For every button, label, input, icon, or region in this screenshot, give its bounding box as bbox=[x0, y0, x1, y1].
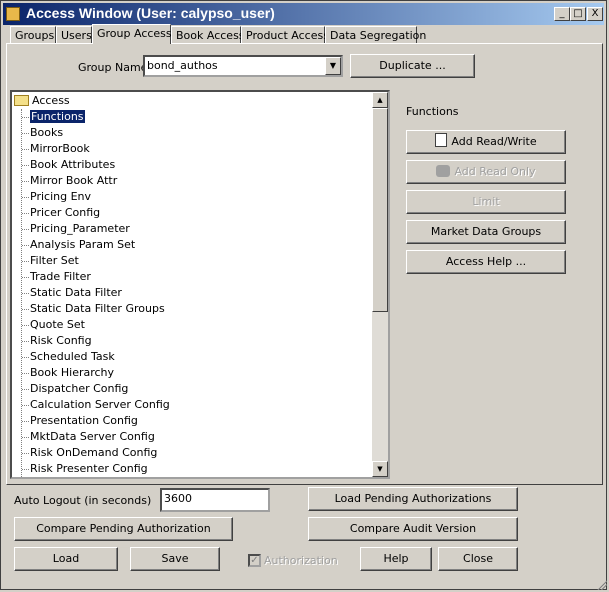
tree-item[interactable]: MktData Server Config bbox=[22, 430, 155, 443]
auto-logout-label: Auto Logout (in seconds) bbox=[14, 494, 152, 507]
market-data-groups-button[interactable]: Market Data Groups bbox=[406, 220, 566, 244]
minimize-button[interactable]: _ bbox=[554, 7, 570, 21]
title-bar[interactable]: Access Window (User: calypso_user) _ □ X bbox=[3, 3, 604, 25]
tree-item[interactable]: Books bbox=[21, 126, 63, 139]
scroll-thumb[interactable] bbox=[372, 108, 388, 312]
help-button[interactable]: Help bbox=[360, 547, 432, 571]
group-name-label: Group Name bbox=[78, 61, 148, 74]
tab-users[interactable]: Users bbox=[56, 26, 92, 43]
load-button[interactable]: Load bbox=[14, 547, 118, 571]
tab-data-segregation[interactable]: Data Segregation bbox=[325, 26, 426, 43]
tree-item[interactable]: Risk Presenter Config bbox=[22, 462, 148, 475]
tab-group-access[interactable]: Group Access bbox=[92, 24, 172, 44]
tree-item[interactable]: Quote Set bbox=[22, 318, 85, 331]
tree-item[interactable]: Filter Set bbox=[22, 254, 79, 267]
save-button[interactable]: Save bbox=[130, 547, 220, 571]
tree-item[interactable]: Book Hierarchy bbox=[21, 366, 114, 379]
tree-item[interactable]: Risk OnDemand Config bbox=[21, 446, 157, 459]
close-button[interactable]: Close bbox=[438, 547, 518, 571]
add-read-write-label: Add Read/Write bbox=[451, 135, 537, 148]
tree-item[interactable]: Functions bbox=[22, 109, 86, 124]
compare-pending-authorization-button[interactable]: Compare Pending Authorization bbox=[14, 517, 233, 541]
auto-logout-field[interactable]: 3600 bbox=[160, 488, 270, 512]
tree-item[interactable]: Analysis Param Set bbox=[21, 238, 135, 251]
tree-item[interactable]: Pricer Config bbox=[21, 206, 100, 219]
limit-button[interactable]: Limit bbox=[406, 190, 566, 214]
tree-item[interactable]: Risk Config bbox=[22, 334, 92, 347]
tree-item[interactable]: Pricing_Parameter bbox=[22, 222, 130, 235]
tree-item[interactable]: Static Data Filter bbox=[22, 286, 122, 299]
tree-item[interactable]: Mirror Book Attr bbox=[21, 174, 117, 187]
tree-item[interactable]: Book Attributes bbox=[21, 158, 115, 171]
tree-item[interactable]: Calculation Server Config bbox=[22, 398, 170, 411]
authorization-checkbox[interactable]: ✓ bbox=[248, 554, 261, 567]
app-icon bbox=[6, 7, 20, 21]
functions-heading: Functions bbox=[406, 105, 459, 118]
tab-book-access[interactable]: Book Access bbox=[171, 26, 245, 43]
folder-icon bbox=[14, 95, 29, 106]
tree-item[interactable]: Scheduled Task bbox=[22, 350, 115, 363]
load-pending-authorizations-button[interactable]: Load Pending Authorizations bbox=[308, 487, 518, 511]
authorization-label: Authorization bbox=[264, 554, 338, 567]
scroll-up-icon[interactable]: ▲ bbox=[372, 92, 388, 108]
chevron-down-icon[interactable]: ▼ bbox=[325, 57, 341, 75]
tree-item[interactable]: Pricing Env bbox=[21, 190, 91, 203]
group-name-value: bond_authos bbox=[147, 59, 218, 72]
tree-item[interactable]: Dispatcher Config bbox=[21, 382, 128, 395]
add-read-only-label: Add Read Only bbox=[454, 165, 536, 178]
resize-grip-icon[interactable] bbox=[595, 578, 607, 590]
window-title: Access Window (User: calypso_user) bbox=[26, 5, 275, 21]
tab-product-access[interactable]: Product Access bbox=[241, 26, 329, 43]
access-help-button[interactable]: Access Help ... bbox=[406, 250, 566, 274]
scroll-down-icon[interactable]: ▼ bbox=[372, 461, 388, 477]
access-tree[interactable]: Access Functions Books MirrorBook Book Attr… bbox=[10, 90, 390, 479]
tree-item[interactable]: MirrorBook bbox=[22, 142, 90, 155]
tree-item[interactable]: Static Data Filter Groups bbox=[22, 302, 165, 315]
tree-root[interactable]: Access bbox=[32, 94, 70, 107]
group-name-dropdown[interactable]: bond_authos ▼ bbox=[143, 55, 343, 77]
read-only-icon bbox=[436, 165, 451, 177]
edit-icon bbox=[435, 133, 448, 147]
compare-audit-version-button[interactable]: Compare Audit Version bbox=[308, 517, 518, 541]
tree-item[interactable]: Trade Filter bbox=[22, 270, 91, 283]
add-read-only-button[interactable]: Add Read Only bbox=[406, 160, 566, 184]
close-window-button[interactable]: X bbox=[587, 7, 603, 21]
tree-item[interactable]: Presentation Config bbox=[22, 414, 138, 427]
tree-scrollbar[interactable]: ▲ ▼ bbox=[372, 92, 388, 477]
scroll-track[interactable] bbox=[372, 312, 388, 461]
maximize-button[interactable]: □ bbox=[570, 7, 586, 21]
duplicate-button[interactable]: Duplicate ... bbox=[350, 54, 475, 78]
tab-groups[interactable]: Groups bbox=[10, 26, 56, 43]
add-read-write-button[interactable]: Add Read/Write bbox=[406, 130, 566, 154]
